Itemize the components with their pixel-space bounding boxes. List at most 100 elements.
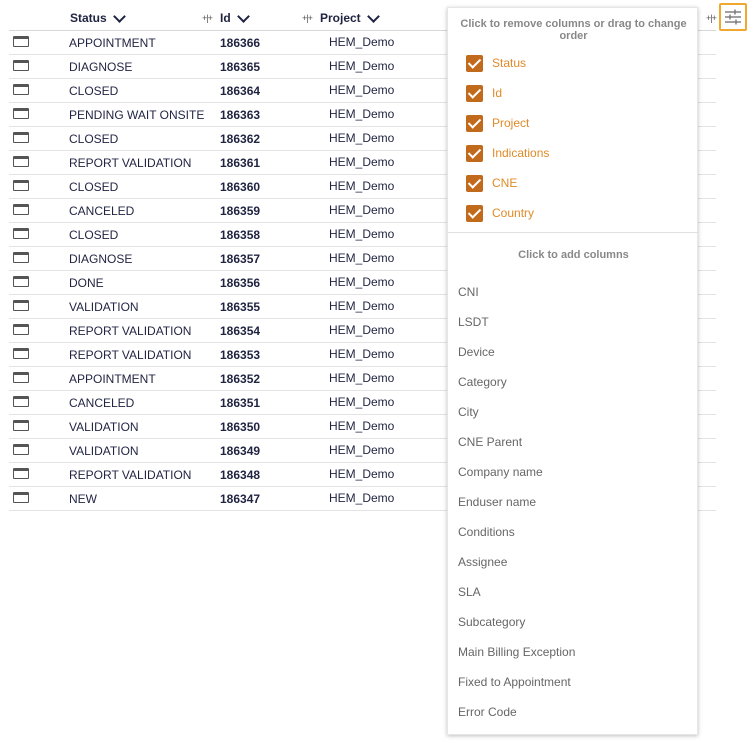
cell-status: REPORT VALIDATION xyxy=(69,348,192,362)
available-column-item[interactable]: Company name xyxy=(458,465,543,479)
window-icon[interactable] xyxy=(13,468,29,479)
cell-id: 186351 xyxy=(220,396,261,410)
selected-column-label: Id xyxy=(492,86,503,100)
checkbox-checked[interactable] xyxy=(466,174,483,192)
cell-status: DONE xyxy=(69,276,104,290)
cell-id: 186353 xyxy=(220,348,261,362)
column-chooser-panel: Click to remove columns or drag to chang… xyxy=(447,7,699,735)
chevron-down-icon[interactable] xyxy=(366,9,380,23)
cell-project: HEM_Demo xyxy=(329,131,395,145)
cell-project: HEM_Demo xyxy=(329,107,395,121)
column-header-id-label: Id xyxy=(220,11,231,25)
window-icon[interactable] xyxy=(13,420,29,431)
selected-column-label: Country xyxy=(492,206,535,220)
window-icon[interactable] xyxy=(13,60,29,71)
available-column-item[interactable]: Main Billing Exception xyxy=(458,645,575,659)
column-header-id[interactable]: Id xyxy=(220,9,250,25)
available-column-item[interactable]: Subcategory xyxy=(458,615,525,629)
cell-project: HEM_Demo xyxy=(329,323,395,337)
window-icon[interactable] xyxy=(13,132,29,143)
selected-column-item[interactable]: Status xyxy=(466,53,526,73)
cell-id: 186365 xyxy=(220,60,261,74)
cell-status: APPOINTMENT xyxy=(69,372,156,386)
window-icon[interactable] xyxy=(13,252,29,263)
cell-id: 186350 xyxy=(220,420,261,434)
available-column-item[interactable]: LSDT xyxy=(458,315,489,329)
cell-project: HEM_Demo xyxy=(329,467,395,481)
column-settings-button[interactable] xyxy=(719,3,747,31)
available-column-item[interactable]: SLA xyxy=(458,585,481,599)
cell-id: 186360 xyxy=(220,180,261,194)
window-icon[interactable] xyxy=(13,180,29,191)
checkbox-checked[interactable] xyxy=(466,84,483,102)
window-icon[interactable] xyxy=(13,444,29,455)
column-header-project[interactable]: Project xyxy=(320,9,380,25)
cell-id: 186362 xyxy=(220,132,261,146)
window-icon[interactable] xyxy=(13,204,29,215)
cell-id: 186358 xyxy=(220,228,261,242)
available-column-item[interactable]: Fixed to Appointment xyxy=(458,675,571,689)
cell-status: REPORT VALIDATION xyxy=(69,324,192,338)
window-icon[interactable] xyxy=(13,36,29,47)
selected-column-label: CNE xyxy=(492,176,518,190)
window-icon[interactable] xyxy=(13,396,29,407)
selected-column-item[interactable]: Project xyxy=(466,113,529,133)
divider xyxy=(448,232,699,233)
cell-project: HEM_Demo xyxy=(329,251,395,265)
cell-status: CLOSED xyxy=(69,132,119,146)
cell-status: REPORT VALIDATION xyxy=(69,468,192,482)
available-column-item[interactable]: Error Code xyxy=(458,705,517,719)
cell-project: HEM_Demo xyxy=(329,203,395,217)
cell-id: 186364 xyxy=(220,84,261,98)
window-icon[interactable] xyxy=(13,108,29,119)
available-column-item[interactable]: CNE Parent xyxy=(458,435,522,449)
column-resize-icon[interactable]: +|+ xyxy=(706,13,717,23)
window-icon[interactable] xyxy=(13,492,29,503)
window-icon[interactable] xyxy=(13,228,29,239)
window-icon[interactable] xyxy=(13,324,29,335)
cell-project: HEM_Demo xyxy=(329,275,395,289)
cell-status: NEW xyxy=(69,492,97,506)
selected-column-item[interactable]: CNE xyxy=(466,173,517,193)
checkbox-checked[interactable] xyxy=(466,114,483,132)
checkbox-checked[interactable] xyxy=(466,204,483,222)
available-column-item[interactable]: Device xyxy=(458,345,495,359)
available-column-item[interactable]: Enduser name xyxy=(458,495,536,509)
available-column-item[interactable]: Category xyxy=(458,375,507,389)
cell-id: 186347 xyxy=(220,492,261,506)
window-icon[interactable] xyxy=(13,348,29,359)
cell-status: CANCELED xyxy=(69,396,135,410)
chevron-down-icon[interactable] xyxy=(112,9,126,23)
cell-status: REPORT VALIDATION xyxy=(69,156,192,170)
cell-status: DIAGNOSE xyxy=(69,60,133,74)
available-column-item[interactable]: Conditions xyxy=(458,525,515,539)
cell-status: CLOSED xyxy=(69,228,119,242)
selected-column-item[interactable]: Id xyxy=(466,83,502,103)
window-icon[interactable] xyxy=(13,156,29,167)
add-columns-hint: Click to add columns xyxy=(518,249,629,261)
available-column-item[interactable]: CNI xyxy=(458,285,479,299)
available-column-item[interactable]: City xyxy=(458,405,479,419)
cell-project: HEM_Demo xyxy=(329,299,395,313)
selected-column-label: Project xyxy=(492,116,530,130)
window-icon[interactable] xyxy=(13,300,29,311)
window-icon[interactable] xyxy=(13,372,29,383)
chevron-down-icon[interactable] xyxy=(236,9,250,23)
selected-column-item[interactable]: Indications xyxy=(466,143,549,163)
checkbox-checked[interactable] xyxy=(466,54,483,72)
column-header-status-label: Status xyxy=(70,11,107,25)
cell-project: HEM_Demo xyxy=(329,491,395,505)
selected-column-item[interactable]: Country xyxy=(466,203,534,223)
column-resize-icon[interactable]: +|+ xyxy=(302,13,313,23)
column-header-status[interactable]: Status xyxy=(70,9,126,25)
column-resize-icon[interactable]: +|+ xyxy=(202,13,213,23)
cell-status: APPOINTMENT xyxy=(69,36,156,50)
cell-id: 186355 xyxy=(220,300,261,314)
cell-status: CANCELED xyxy=(69,204,135,218)
window-icon[interactable] xyxy=(13,276,29,287)
cell-project: HEM_Demo xyxy=(329,371,395,385)
selected-column-label: Status xyxy=(492,56,527,70)
window-icon[interactable] xyxy=(13,84,29,95)
checkbox-checked[interactable] xyxy=(466,144,483,162)
available-column-item[interactable]: Assignee xyxy=(458,555,507,569)
